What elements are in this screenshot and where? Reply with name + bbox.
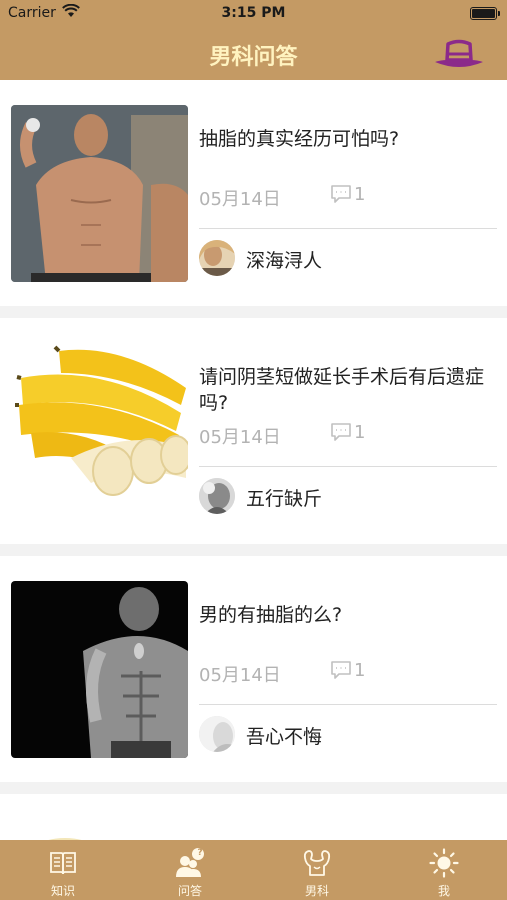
post-thumbnail[interactable] bbox=[11, 581, 188, 758]
question-title[interactable]: 男的有抽脂的么? bbox=[199, 602, 499, 628]
post-thumbnail[interactable] bbox=[11, 105, 188, 282]
tab-label: 知识 bbox=[50, 884, 75, 898]
question-card[interactable]: 男的有抽脂的么? 05月14日 1 吾心不悔 bbox=[0, 556, 507, 782]
post-date: 05月14日 bbox=[199, 427, 281, 448]
comment-count-value: 1 bbox=[354, 660, 366, 681]
divider bbox=[199, 228, 497, 229]
author-name[interactable]: 深海浔人 bbox=[246, 246, 322, 273]
page-title: 男科问答 bbox=[209, 45, 298, 70]
avatar[interactable] bbox=[199, 478, 235, 514]
tab-bar: 知识 ? 问答 男科 我 bbox=[0, 840, 507, 900]
comment-count: 1 bbox=[330, 184, 365, 205]
post-date: 05月14日 bbox=[199, 189, 281, 210]
question-card[interactable] bbox=[0, 794, 507, 840]
tab-label: 我 bbox=[437, 884, 450, 898]
question-title[interactable]: 抽脂的真实经历可怕吗? bbox=[199, 126, 499, 152]
nav-bar: 男科问答 bbox=[0, 28, 507, 80]
status-bar: Carrier 3:15 PM bbox=[0, 0, 507, 28]
tab-knowledge[interactable]: 知识 bbox=[0, 840, 126, 900]
battery-icon bbox=[470, 7, 500, 20]
question-card[interactable]: 请问阴茎短做延长手术后有后遗症吗? 05月14日 1 五行缺斤 bbox=[0, 318, 507, 544]
comment-icon bbox=[331, 661, 351, 679]
clock: 3:15 PM bbox=[221, 5, 286, 21]
divider bbox=[199, 466, 497, 467]
comment-count: 1 bbox=[330, 660, 365, 681]
comment-count-value: 1 bbox=[354, 422, 366, 443]
sun-icon bbox=[429, 848, 459, 878]
tab-qa[interactable]: ? 问答 bbox=[127, 840, 253, 900]
avatar[interactable] bbox=[199, 240, 235, 276]
book-icon bbox=[50, 852, 76, 875]
comment-count: 1 bbox=[330, 422, 365, 443]
question-card[interactable]: 抽脂的真实经历可怕吗? 05月14日 1 深海浔人 bbox=[0, 80, 507, 306]
tab-label: 男科 bbox=[304, 884, 329, 898]
comment-count-value: 1 bbox=[354, 184, 366, 205]
divider bbox=[199, 704, 497, 705]
author-name[interactable]: 吾心不悔 bbox=[246, 722, 322, 749]
post-thumbnail[interactable] bbox=[11, 343, 188, 520]
qa-badge: ? bbox=[197, 848, 203, 858]
comment-icon bbox=[331, 185, 351, 203]
tab-me[interactable]: 我 bbox=[381, 840, 507, 900]
question-title[interactable]: 请问阴茎短做延长手术后有后遗症吗? bbox=[199, 364, 499, 416]
tab-label: 问答 bbox=[177, 884, 202, 898]
hat-icon[interactable] bbox=[433, 36, 485, 72]
question-feed[interactable]: 抽脂的真实经历可怕吗? 05月14日 1 深海浔人 请问阴茎短做延长手术后有后遗… bbox=[0, 80, 507, 840]
avatar[interactable] bbox=[199, 716, 235, 752]
post-date: 05月14日 bbox=[199, 665, 281, 686]
tab-andrology[interactable]: 男科 bbox=[254, 840, 380, 900]
muscle-icon bbox=[303, 850, 331, 876]
author-name[interactable]: 五行缺斤 bbox=[246, 484, 322, 511]
comment-icon bbox=[331, 423, 351, 441]
